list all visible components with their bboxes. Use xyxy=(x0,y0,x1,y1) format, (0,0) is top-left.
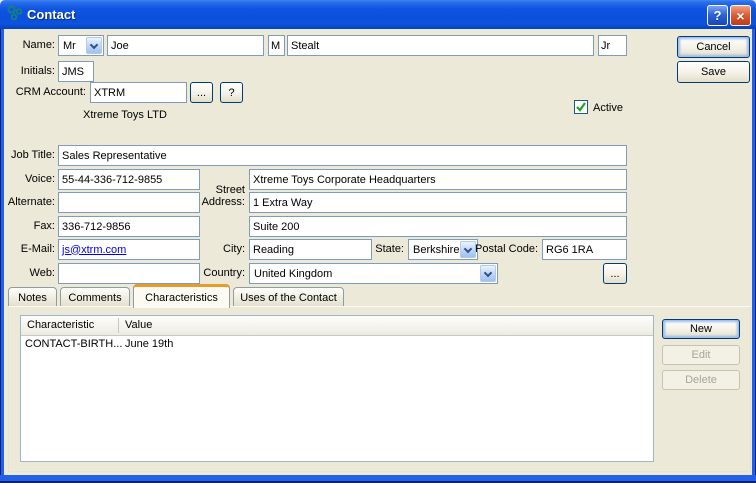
checkmark-icon xyxy=(576,102,586,112)
alternate-input[interactable] xyxy=(58,192,200,213)
voice-input[interactable] xyxy=(58,169,200,190)
column-divider[interactable] xyxy=(118,318,119,333)
suffix-input[interactable] xyxy=(598,35,627,56)
web-input[interactable] xyxy=(58,263,200,284)
last-name-input[interactable] xyxy=(287,35,594,56)
country-label: Country: xyxy=(203,267,245,279)
city-label: City: xyxy=(223,243,245,255)
city-input[interactable] xyxy=(249,239,372,260)
window-title: Contact xyxy=(27,7,76,22)
help-icon: ? xyxy=(713,8,722,23)
fax-label: Fax: xyxy=(33,220,55,232)
initials-label: Initials: xyxy=(20,65,55,77)
crm-account-label: CRM Account: xyxy=(15,86,86,98)
cell-value: June 19th xyxy=(125,338,174,350)
alternate-label: Alternate: xyxy=(7,196,55,208)
window-border-bottom xyxy=(0,475,756,483)
cancel-button[interactable]: Cancel xyxy=(677,36,750,58)
email-input[interactable]: js@xtrm.com xyxy=(58,239,200,260)
contact-dialog: Contact ? × Name: Mr Cancel Save Initial… xyxy=(0,0,756,483)
crm-account-browse-button[interactable]: ... xyxy=(190,82,213,103)
window-border-left xyxy=(0,29,4,483)
state-label: State: xyxy=(375,243,404,255)
fax-input[interactable] xyxy=(58,216,200,237)
titlebar-close-button[interactable]: × xyxy=(730,5,751,26)
name-title-select[interactable]: Mr xyxy=(58,35,104,56)
name-title-value: Mr xyxy=(63,39,76,52)
web-label: Web: xyxy=(29,267,55,279)
chevron-down-icon[interactable] xyxy=(86,37,102,54)
crm-account-input[interactable] xyxy=(90,82,187,103)
crm-account-resolved-name: Xtreme Toys LTD xyxy=(83,109,167,121)
chevron-down-icon[interactable] xyxy=(480,265,496,282)
characteristics-table: Characteristic Value CONTACT-BIRTH... Ju… xyxy=(20,315,654,462)
table-row[interactable]: CONTACT-BIRTH... June 19th xyxy=(21,336,653,353)
initials-input[interactable] xyxy=(58,61,94,82)
state-value: Berkshire xyxy=(413,243,460,256)
tab-comments[interactable]: Comments xyxy=(60,287,130,307)
tab-characteristics[interactable]: Characteristics xyxy=(133,284,230,308)
country-value: United Kingdom xyxy=(254,267,333,280)
column-header-value[interactable]: Value xyxy=(125,319,152,331)
active-label: Active xyxy=(593,102,623,114)
save-button[interactable]: Save xyxy=(677,61,750,83)
street-line2-input[interactable] xyxy=(249,192,627,213)
titlebar[interactable]: Contact ? × xyxy=(0,0,756,29)
middle-initial-input[interactable] xyxy=(268,35,285,56)
crm-account-help-button[interactable]: ? xyxy=(220,82,243,103)
street-line1-input[interactable] xyxy=(249,169,627,190)
email-link[interactable]: js@xtrm.com xyxy=(62,244,126,256)
first-name-input[interactable] xyxy=(107,35,264,56)
tab-uses-of-the-contact[interactable]: Uses of the Contact xyxy=(233,287,344,307)
tab-notes[interactable]: Notes xyxy=(8,287,57,307)
active-checkbox[interactable] xyxy=(574,100,588,114)
close-icon: × xyxy=(736,7,745,24)
contact-app-icon xyxy=(7,5,23,24)
country-select[interactable]: United Kingdom xyxy=(249,263,498,284)
voice-label: Voice: xyxy=(25,173,55,185)
titlebar-help-button[interactable]: ? xyxy=(707,5,728,26)
job-title-label: Job Title: xyxy=(10,149,55,161)
cell-characteristic: CONTACT-BIRTH... xyxy=(25,338,123,350)
table-header-row: Characteristic Value xyxy=(21,316,653,336)
edit-button[interactable]: Edit xyxy=(662,345,740,365)
postal-code-input[interactable] xyxy=(542,239,627,260)
window-border-right xyxy=(752,29,756,483)
delete-button[interactable]: Delete xyxy=(662,370,740,390)
column-header-characteristic[interactable]: Characteristic xyxy=(27,319,94,331)
country-browse-button[interactable]: ... xyxy=(603,263,627,284)
name-label: Name: xyxy=(22,39,55,51)
state-select[interactable]: Berkshire xyxy=(408,239,478,260)
street-address-label: Street Address: xyxy=(201,184,245,208)
job-title-input[interactable] xyxy=(58,145,627,166)
postal-code-label: Postal Code: xyxy=(475,243,538,255)
street-line3-input[interactable] xyxy=(249,216,627,237)
email-label: E-Mail: xyxy=(20,243,55,255)
new-button[interactable]: New xyxy=(662,319,740,339)
